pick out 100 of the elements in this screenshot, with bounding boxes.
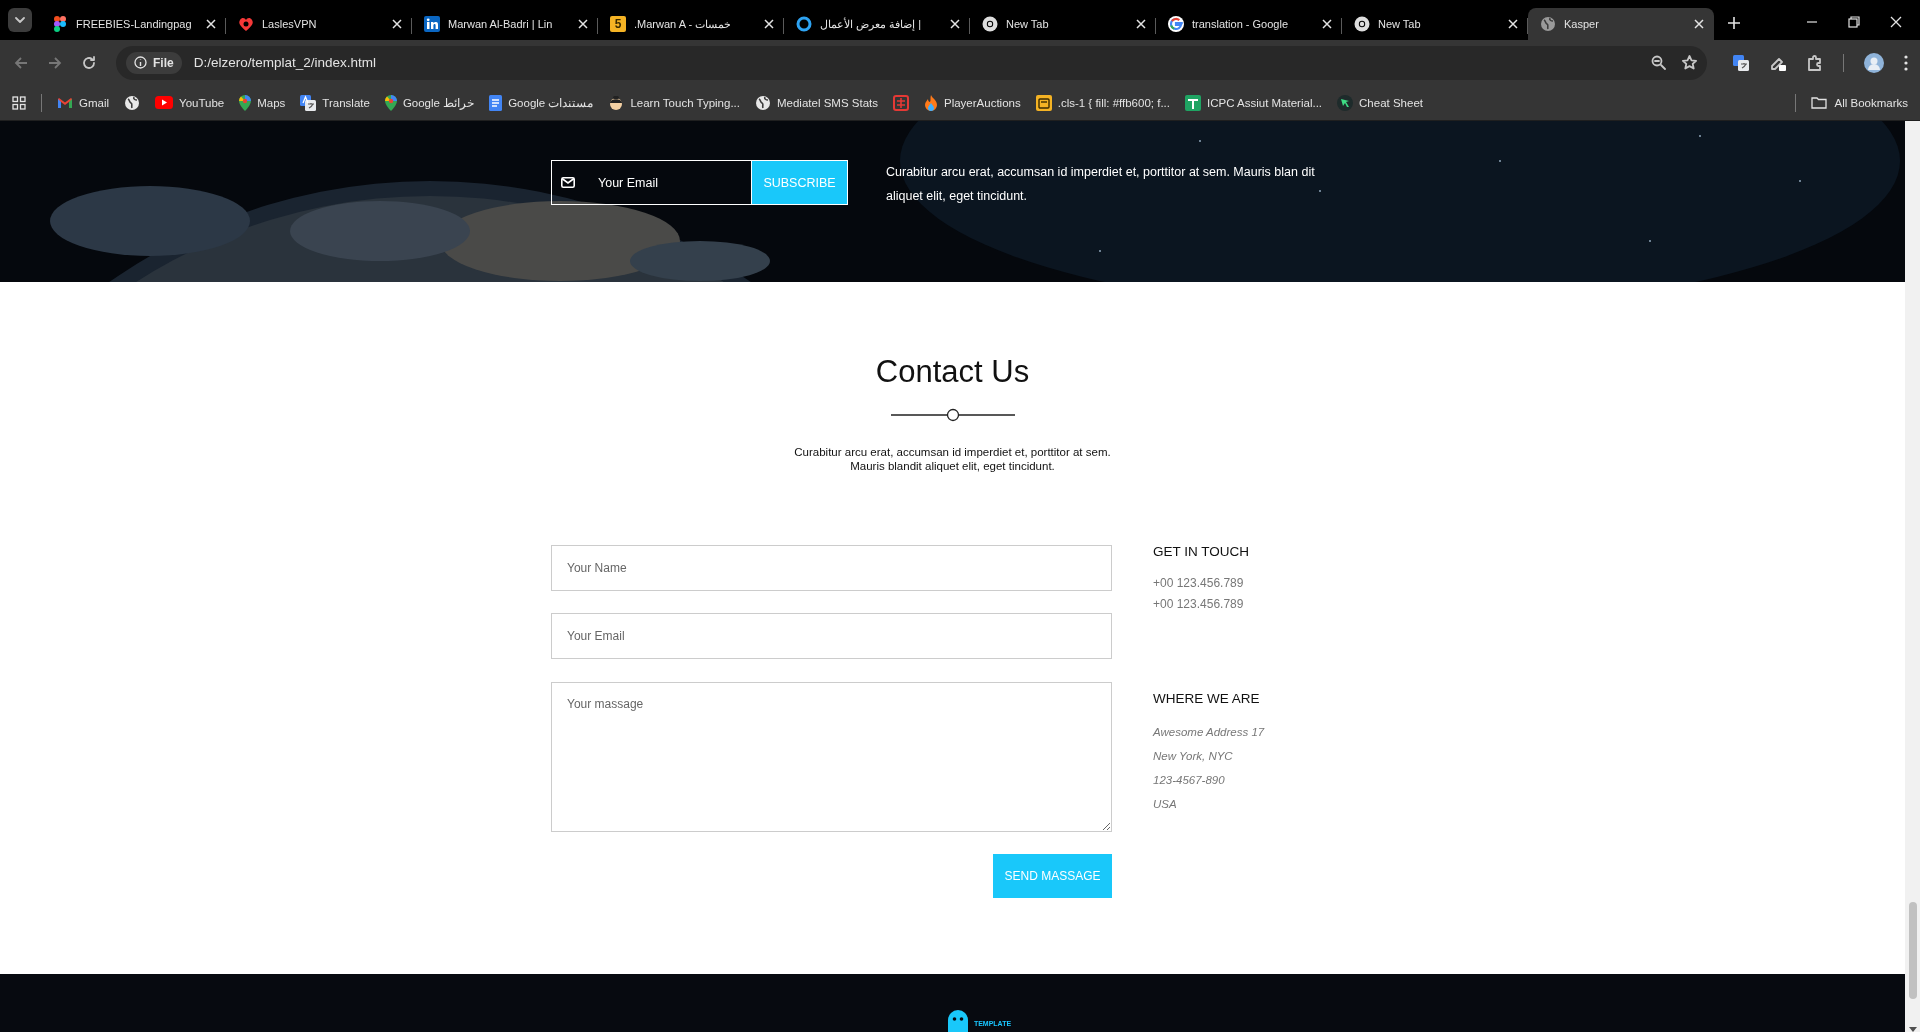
browser-tab[interactable]: Kasper xyxy=(1528,8,1714,40)
scroll-down-icon[interactable] xyxy=(1908,1027,1917,1032)
translate-icon[interactable] xyxy=(1733,54,1749,71)
site-info-chip[interactable]: File xyxy=(126,51,182,74)
ring-icon xyxy=(796,16,812,32)
address-line: Awesome Address 17 xyxy=(1153,725,1265,740)
arrow-badge-icon xyxy=(1337,94,1354,111)
section-heading: GET IN TOUCH xyxy=(1153,543,1251,561)
tab-title: .Marwan A - خمسات xyxy=(634,17,733,31)
chevron-down-icon xyxy=(15,16,25,24)
bookmark[interactable]: ICPC Assiut Material... xyxy=(1185,94,1323,111)
tab-title: Kasper xyxy=(1564,18,1600,30)
close-icon[interactable] xyxy=(764,19,774,29)
globe-icon xyxy=(124,94,141,111)
gmail-icon xyxy=(57,96,73,109)
tab-title: New Tab xyxy=(1378,18,1422,30)
globe-icon xyxy=(755,94,771,111)
message-field[interactable]: Your massage xyxy=(551,682,1112,832)
address-bar[interactable]: File D:/elzero/templat_2/index.html xyxy=(116,45,1707,80)
browser-tab[interactable]: New Tab xyxy=(970,8,1156,40)
new-tab-icon[interactable] xyxy=(1728,17,1740,29)
tab-title: LaslesVPN xyxy=(262,18,318,30)
scroll-thumb[interactable] xyxy=(1908,902,1917,999)
close-icon[interactable] xyxy=(950,19,960,29)
google-icon xyxy=(1168,16,1184,32)
heart-icon xyxy=(238,16,254,32)
close-icon[interactable] xyxy=(1322,19,1332,29)
browser-tab[interactable]: LaslesVPN xyxy=(226,8,412,40)
title-divider-icon xyxy=(890,408,1015,422)
bookmark[interactable]: PlayerAuctions xyxy=(923,94,1021,111)
input-field[interactable]: Your Email xyxy=(551,613,1112,659)
zoom-icon[interactable] xyxy=(1651,55,1666,70)
all-bookmarks-button[interactable]: All Bookmarks xyxy=(1810,96,1908,109)
map-pin-icon xyxy=(239,94,252,111)
tab-title: Marwan Al-Badri | Lin xyxy=(448,18,554,30)
flame-icon xyxy=(923,94,938,111)
bookmark[interactable]: Cheat Sheet xyxy=(1337,94,1423,111)
close-icon[interactable] xyxy=(206,19,216,29)
globe-icon xyxy=(1540,16,1556,32)
address-line: USA xyxy=(1153,797,1178,812)
input-field[interactable]: Your Name xyxy=(551,545,1112,591)
puzzle-icon[interactable] xyxy=(1807,54,1823,71)
tab-title: New Tab xyxy=(1006,18,1050,30)
map-pin-icon xyxy=(384,94,397,111)
spreadsheet-icon xyxy=(1185,94,1201,111)
envelope-icon xyxy=(561,177,575,188)
email-field[interactable]: Your Email xyxy=(551,160,751,205)
apps-grid-icon[interactable] xyxy=(12,95,26,110)
forward-icon[interactable] xyxy=(48,55,62,70)
bookmark[interactable]: YouTube xyxy=(155,96,225,109)
close-icon[interactable] xyxy=(1508,19,1518,29)
section-title: Contact Us xyxy=(875,353,1030,391)
scrollbar[interactable] xyxy=(1905,121,1920,1032)
five-icon: 5 xyxy=(610,16,626,32)
browser-tab[interactable]: إضافة معرض الأعمال | xyxy=(784,8,970,40)
code-file-icon xyxy=(1035,94,1052,111)
description-text: Curabitur arcu erat, accumsan id imperdiet et, porttitor at sem. Mauris blan dit aliquet elit, eget tincidunt. xyxy=(886,164,1316,205)
restore-icon[interactable] xyxy=(1848,16,1860,28)
intro-paragraph: Curabitur arcu erat, accumsan id imperdiet et, porttitor at sem. Mauris blandit aliquet elit, eget tincidunt. xyxy=(794,446,1111,473)
bookmark[interactable]: Mediatel SMS Stats xyxy=(755,94,878,111)
close-icon[interactable] xyxy=(392,19,402,29)
phone-number: +00 123.456.789 xyxy=(1153,575,1245,592)
chrome-icon xyxy=(982,16,998,32)
bookmark[interactable]: Maps xyxy=(239,94,286,111)
reload-icon[interactable] xyxy=(82,55,96,70)
folder-icon xyxy=(1810,96,1827,109)
bookmark[interactable]: Gmail xyxy=(57,96,110,109)
tab-title: FREEBIES-Landingpag xyxy=(76,18,193,30)
profile-avatar-icon[interactable] xyxy=(1864,52,1884,73)
tab-title: إضافة معرض الأعمال | xyxy=(820,17,923,31)
info-icon xyxy=(134,56,147,69)
face-icon xyxy=(608,94,625,111)
close-icon[interactable] xyxy=(1694,19,1704,29)
browser-tab[interactable]: FREEBIES-Landingpag xyxy=(40,8,226,40)
translate-icon xyxy=(300,94,317,111)
figma-icon xyxy=(54,16,66,32)
browser-tab[interactable]: New Tab xyxy=(1342,8,1528,40)
close-icon[interactable] xyxy=(1136,19,1146,29)
bookmark[interactable]: Learn Touch Typing... xyxy=(608,94,740,111)
menu-icon[interactable] xyxy=(1904,54,1908,71)
close-icon[interactable] xyxy=(1890,16,1902,28)
phone-number: +00 123.456.789 xyxy=(1153,596,1245,613)
bookmark[interactable]: Google مستندات xyxy=(489,94,594,111)
bookmark[interactable] xyxy=(124,94,141,111)
youtube-icon xyxy=(155,96,174,109)
address-line: New York, NYC xyxy=(1153,749,1234,764)
browser-tab[interactable]: translation - Google xyxy=(1156,8,1342,40)
star-icon[interactable] xyxy=(1682,55,1697,70)
chrome-icon xyxy=(1354,16,1370,32)
bookmark[interactable]: Translate xyxy=(300,94,370,111)
tab-search-button[interactable] xyxy=(8,8,32,32)
browser-tab[interactable]: Marwan Al-Badri | Lin xyxy=(412,8,598,40)
grid-square-icon xyxy=(892,94,909,111)
bookmark[interactable]: .cls-1 { fill: #ffb600; f... xyxy=(1035,94,1170,111)
linkedin-icon xyxy=(424,16,440,32)
bookmark[interactable]: Google خرائط xyxy=(384,94,475,111)
back-icon[interactable] xyxy=(14,55,28,70)
section-heading: WHERE WE ARE xyxy=(1153,690,1261,708)
close-icon[interactable] xyxy=(578,19,588,29)
address-line: 123-4567-890 xyxy=(1153,773,1226,788)
